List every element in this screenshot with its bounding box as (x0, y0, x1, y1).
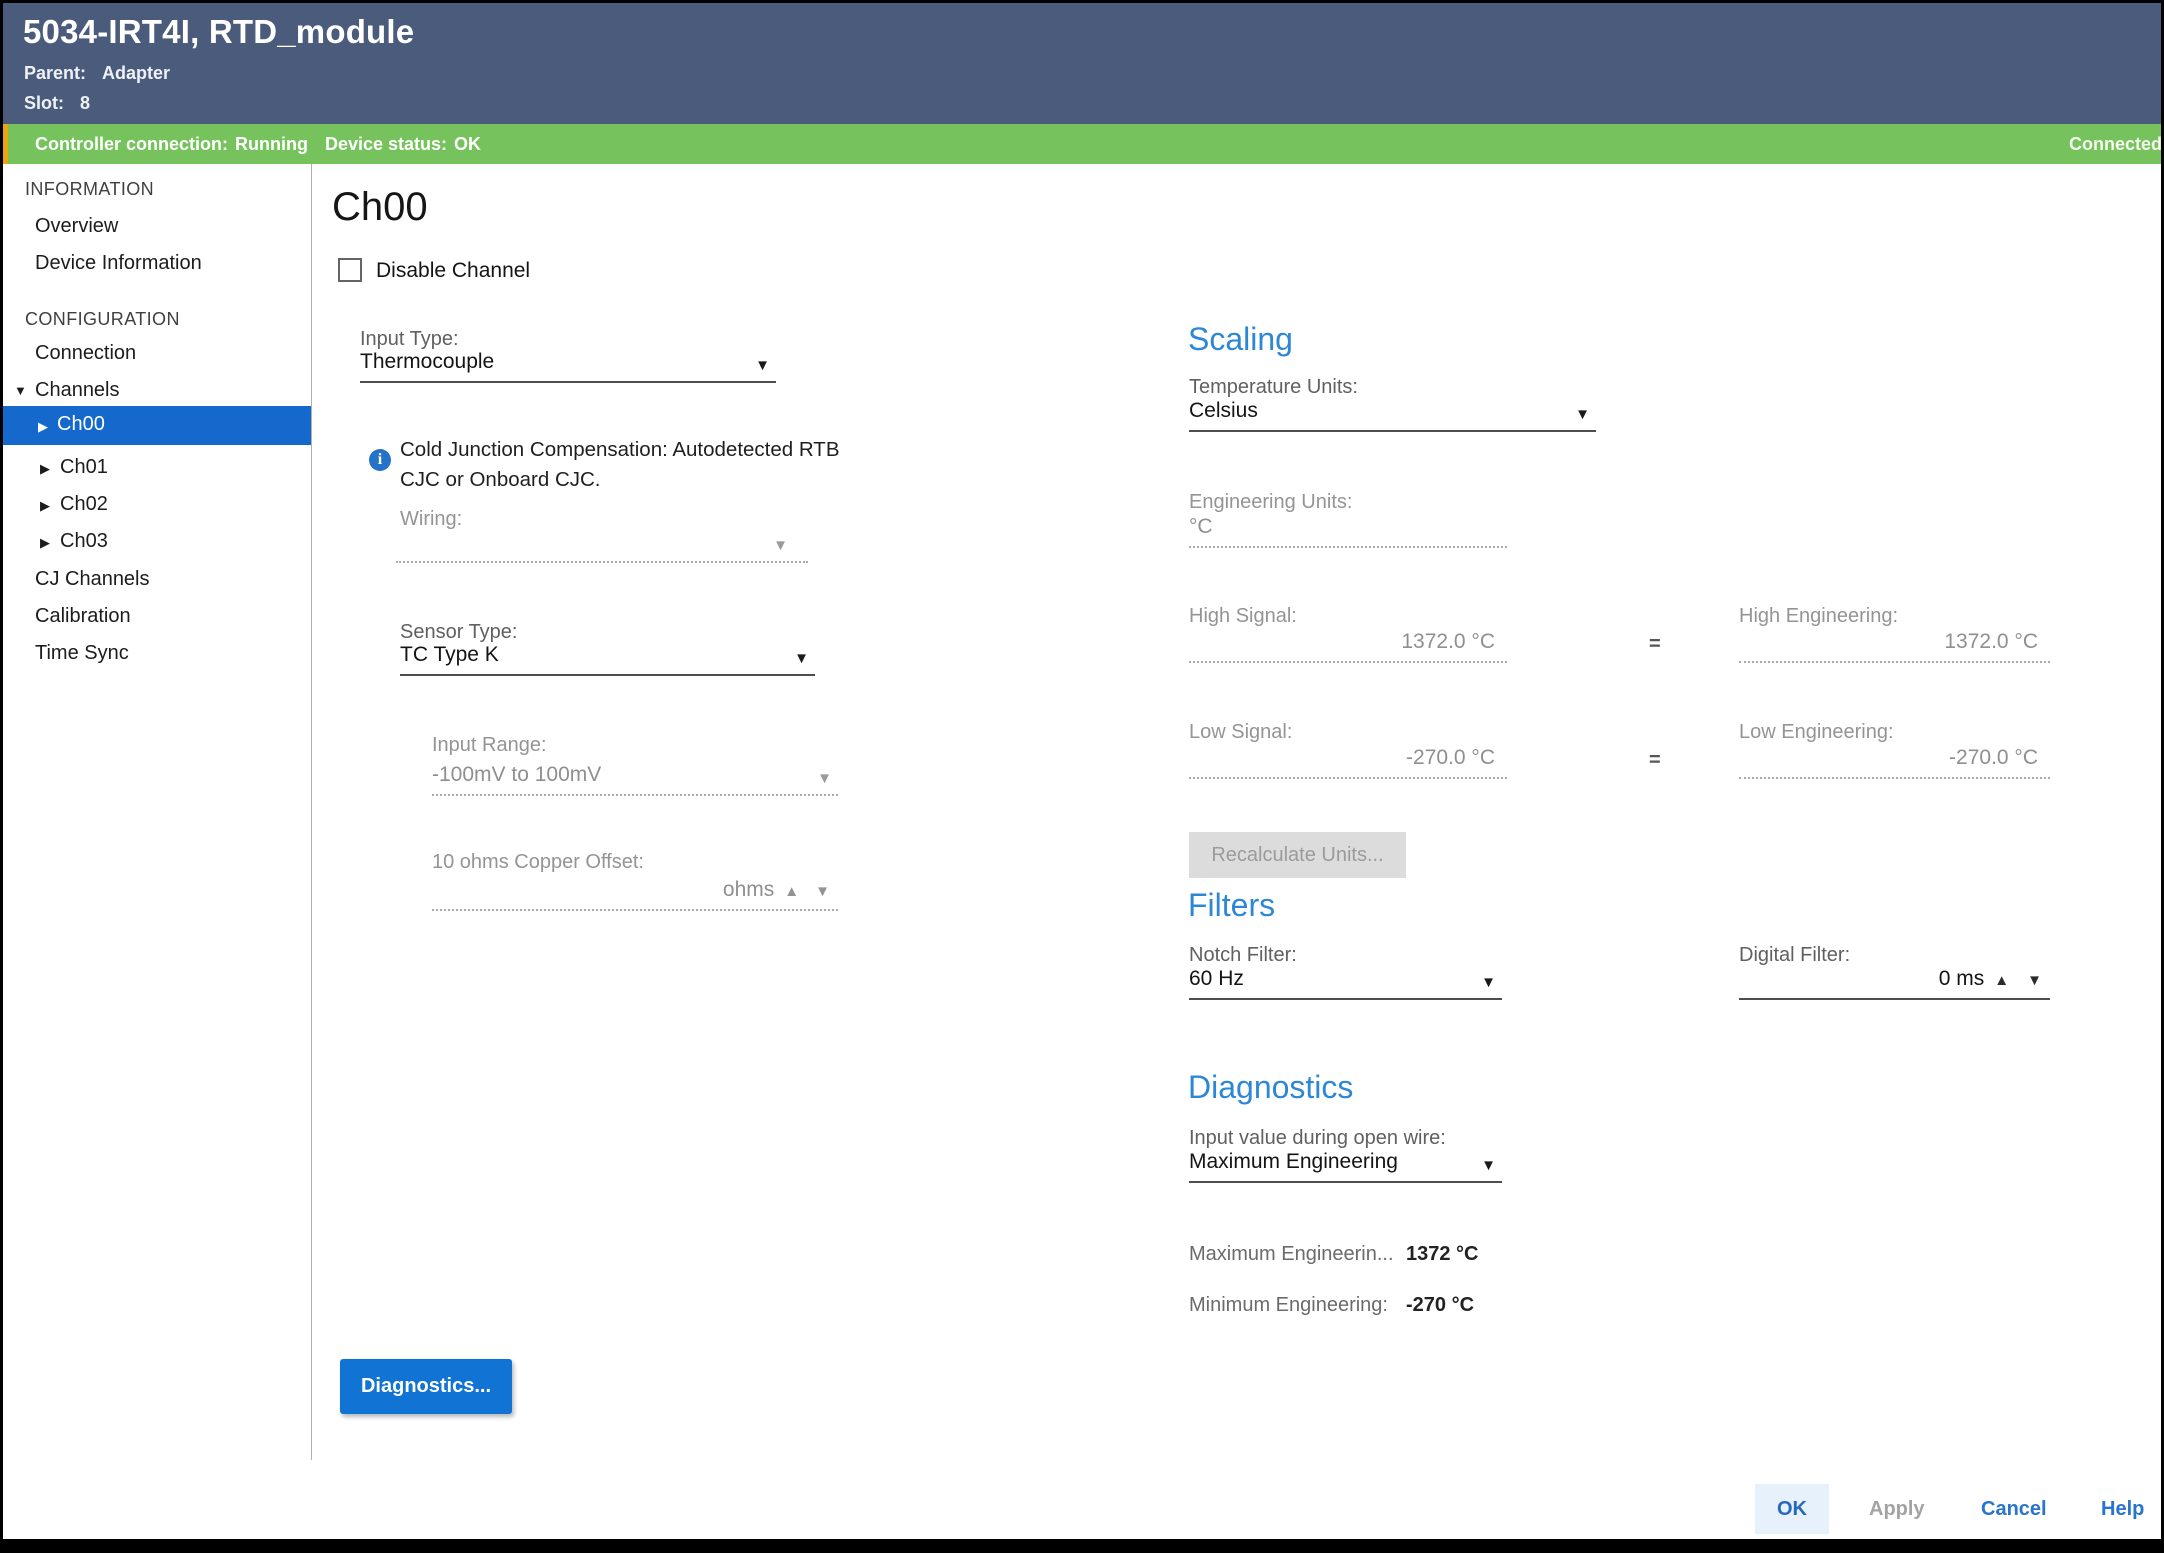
sidebar-item-overview[interactable]: Overview (35, 215, 118, 238)
wiring-dropdown-icon: ▼ (773, 537, 790, 554)
temperature-units-dropdown[interactable]: Celsius ▼ (1189, 395, 1596, 432)
input-range-value: -100mV to 100mV (432, 763, 601, 787)
ch03-expand-icon[interactable]: ▶ (40, 535, 50, 551)
input-type-dropdown-icon: ▼ (755, 357, 772, 374)
min-engineering-label: Minimum Engineering: (1189, 1294, 1388, 1317)
high-signal-value: 1372.0 °C (1401, 630, 1495, 654)
title-bar: 5034-IRT4I, RTD_module Parent: Adapter Sl… (3, 3, 2161, 124)
scaling-heading: Scaling (1188, 321, 1293, 358)
channels-collapse-icon[interactable]: ▼ (14, 383, 27, 398)
sensor-type-dropdown-icon: ▼ (794, 650, 811, 667)
info-icon: i (369, 449, 391, 471)
copper-offset-spinner: ohms ▲ ▼ (432, 871, 838, 911)
filters-heading: Filters (1188, 887, 1275, 924)
sidebar-divider (311, 164, 312, 1460)
parent-row: Parent: Adapter (24, 63, 170, 84)
window-bottom-border (3, 1539, 2161, 1550)
max-engineering-label: Maximum Engineerin... (1189, 1243, 1394, 1266)
controller-connection-label: Controller connection: (35, 134, 228, 154)
disable-channel-label: Disable Channel (376, 259, 530, 283)
min-engineering-value: -270 °C (1406, 1294, 1474, 1317)
slot-row: Slot: 8 (24, 93, 90, 114)
sidebar-item-ch03[interactable]: Ch03 (60, 530, 108, 553)
cjc-note-line2: CJC or Onboard CJC. (400, 465, 840, 495)
cjc-note-line1: Cold Junction Compensation: Autodetected… (400, 435, 840, 465)
sidebar-item-ch00[interactable]: Ch00 (57, 413, 105, 436)
sidebar-item-ch02[interactable]: Ch02 (60, 493, 108, 516)
connection-state: Connected (2069, 134, 2162, 155)
open-wire-value: Maximum Engineering (1189, 1150, 1398, 1174)
input-range-dropdown-icon: ▼ (817, 770, 834, 787)
copper-offset-unit: ohms (723, 878, 774, 902)
diagnostics-button[interactable]: Diagnostics... (340, 1359, 512, 1414)
temperature-units-dropdown-icon: ▼ (1575, 406, 1592, 423)
digital-filter-spin-up-icon[interactable]: ▲ (1994, 972, 2009, 989)
sidebar-item-cj-channels[interactable]: CJ Channels (35, 568, 150, 591)
open-wire-dropdown[interactable]: Maximum Engineering ▼ (1189, 1146, 1502, 1183)
sidebar-item-ch00-selected[interactable]: ▶ Ch00 (3, 406, 311, 445)
copper-offset-spin-up-icon: ▲ (784, 883, 799, 900)
sidebar-item-channels[interactable]: Channels (35, 379, 120, 402)
sidebar-item-device-information[interactable]: Device Information (35, 252, 202, 275)
cancel-button[interactable]: Cancel (1981, 1498, 2047, 1521)
high-engineering-value: 1372.0 °C (1944, 630, 2038, 654)
sensor-type-dropdown[interactable]: TC Type K ▼ (400, 640, 815, 676)
ok-button[interactable]: OK (1755, 1484, 1829, 1534)
low-signal-field: -270.0 °C (1189, 741, 1507, 779)
device-status-label: Device status: (325, 134, 447, 154)
high-engineering-field: 1372.0 °C (1739, 625, 2050, 663)
sidebar-item-ch01[interactable]: Ch01 (60, 456, 108, 479)
parent-value: Adapter (102, 63, 170, 83)
temperature-units-value: Celsius (1189, 399, 1258, 423)
low-engineering-field: -270.0 °C (1739, 741, 2050, 779)
ch01-expand-icon[interactable]: ▶ (40, 461, 50, 477)
digital-filter-spin-down-icon[interactable]: ▼ (2027, 972, 2042, 989)
max-engineering-value: 1372 °C (1406, 1243, 1479, 1266)
copper-offset-spin-down-icon: ▼ (815, 883, 830, 900)
notch-filter-value: 60 Hz (1189, 967, 1244, 991)
sidebar-header-configuration: CONFIGURATION (25, 309, 180, 330)
sensor-type-value: TC Type K (400, 643, 499, 667)
status-accent-stripe (3, 124, 8, 164)
high-signal-field: 1372.0 °C (1189, 625, 1507, 663)
status-text: Controller connection: Running Device stat… (35, 134, 488, 155)
wiring-dropdown: ▼ (396, 527, 808, 563)
help-button[interactable]: Help (2101, 1498, 2144, 1521)
recalculate-units-button: Recalculate Units... (1189, 832, 1406, 878)
channel-title: Ch00 (332, 185, 428, 230)
diagnostics-heading: Diagnostics (1188, 1069, 1353, 1106)
ch00-expand-icon[interactable]: ▶ (38, 419, 48, 435)
notch-filter-dropdown[interactable]: 60 Hz ▼ (1189, 963, 1502, 1000)
input-range-label: Input Range: (432, 734, 547, 757)
disable-channel-checkbox[interactable] (338, 258, 362, 282)
slot-value: 8 (80, 93, 90, 113)
digital-filter-spinner[interactable]: 0 ms ▲ ▼ (1739, 963, 2050, 1000)
sidebar-item-connection[interactable]: Connection (35, 342, 136, 365)
sidebar-header-information: INFORMATION (25, 179, 154, 200)
parent-label: Parent: (24, 63, 86, 83)
status-bar: Controller connection: Running Device stat… (3, 124, 2161, 164)
low-equals-sign: = (1649, 749, 1661, 772)
digital-filter-value: 0 ms (1939, 967, 1985, 991)
device-status-value: OK (454, 134, 481, 154)
window-title: 5034-IRT4I, RTD_module (23, 13, 414, 51)
low-engineering-value: -270.0 °C (1949, 746, 2038, 770)
low-signal-value: -270.0 °C (1406, 746, 1495, 770)
apply-button[interactable]: Apply (1869, 1498, 1925, 1521)
input-type-dropdown[interactable]: Thermocouple ▼ (360, 347, 776, 383)
high-equals-sign: = (1649, 633, 1661, 656)
engineering-units-value: °C (1189, 515, 1213, 539)
engineering-units-field: °C (1189, 511, 1507, 548)
ch02-expand-icon[interactable]: ▶ (40, 498, 50, 514)
module-config-window: 5034-IRT4I, RTD_module Parent: Adapter Sl… (0, 0, 2164, 1553)
notch-filter-dropdown-icon: ▼ (1481, 974, 1498, 991)
input-range-dropdown: -100mV to 100mV ▼ (432, 756, 838, 796)
sidebar-item-calibration[interactable]: Calibration (35, 605, 131, 628)
sidebar-item-time-sync[interactable]: Time Sync (35, 642, 129, 665)
controller-connection-value: Running (235, 134, 308, 154)
cjc-note: Cold Junction Compensation: Autodetected… (400, 435, 840, 495)
slot-label: Slot: (24, 93, 64, 113)
input-type-value: Thermocouple (360, 350, 494, 374)
open-wire-dropdown-icon: ▼ (1481, 1157, 1498, 1174)
